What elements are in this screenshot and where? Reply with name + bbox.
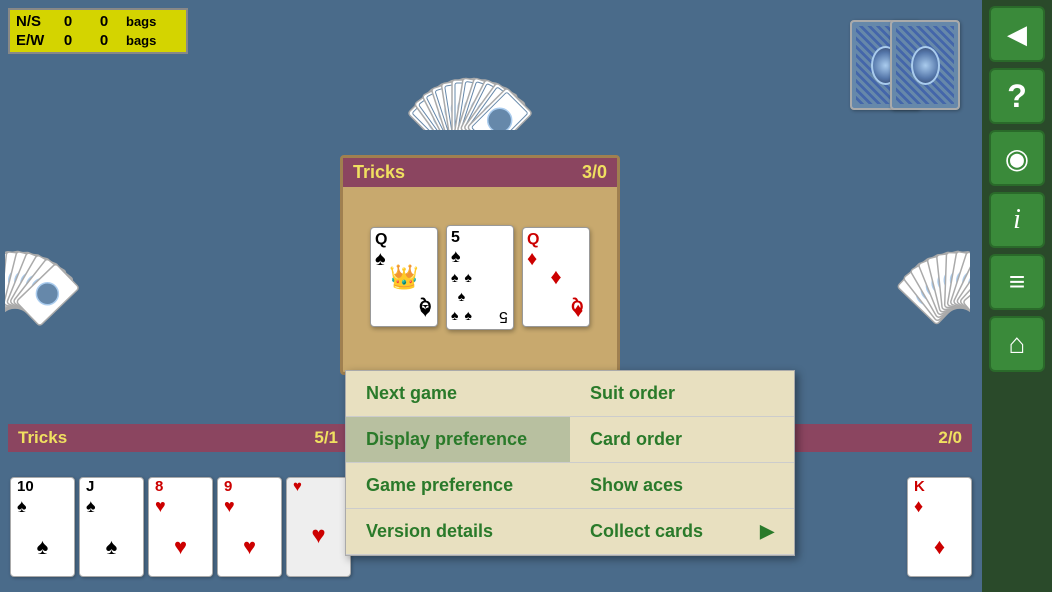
back-icon: ◀ — [1007, 19, 1027, 50]
bottom-tricks-value: 5/1 — [314, 428, 338, 448]
tricks-label: Tricks — [353, 162, 405, 183]
tricks-score: 3/0 — [582, 162, 607, 183]
bottom-tricks-right-value: 2/0 — [938, 428, 962, 448]
ew-score-row: E/W 0 0 bags — [16, 31, 180, 50]
menu-collect-cards[interactable]: Collect cards ▶ — [570, 509, 794, 555]
ew-score: 0 — [54, 32, 82, 49]
ns-label: N/S — [16, 13, 46, 30]
ew-bags: 0 — [90, 32, 118, 49]
west-played-card[interactable]: Q ♠ ♠ Q 👑 — [370, 227, 438, 327]
east-played-card[interactable]: Q ♦ ♦ Q ♦ — [522, 227, 590, 327]
menu-collect-cards-label: Collect cards — [590, 521, 703, 542]
bottom-tricks-left: Tricks 5/1 — [8, 424, 348, 452]
menu-game-prefs[interactable]: Game preference — [346, 463, 570, 509]
menu-collect-cards-arrow: ▶ — [760, 521, 774, 542]
help-icon: ? — [1007, 78, 1027, 115]
menu-show-aces[interactable]: Show aces — [570, 463, 794, 509]
north-hand — [280, 10, 660, 130]
north-played-card[interactable]: 5 ♠ ♠♠ ♠ ♠♠ 5 — [446, 225, 514, 330]
menu-button[interactable]: ≡ — [989, 254, 1045, 310]
context-menu: Next game Suit order Display preference … — [345, 370, 795, 556]
scoreboard: N/S 0 0 bags E/W 0 0 bags — [8, 8, 188, 54]
back-button[interactable]: ◀ — [989, 6, 1045, 62]
ns-score-row: N/S 0 0 bags — [16, 12, 180, 31]
menu-version-details[interactable]: Version details — [346, 509, 570, 555]
home-icon: ⌂ — [1009, 328, 1026, 360]
bottom-tricks-right: 2/0 — [772, 424, 972, 452]
east-hand — [740, 195, 970, 335]
menu-suit-order[interactable]: Suit order — [570, 371, 794, 417]
played-cards: Q ♠ ♠ Q 👑 5 ♠ ♠♠ ♠ ♠♠ 5 Q ♦ ♦ Q ♦ — [343, 187, 617, 367]
home-button[interactable]: ⌂ — [989, 316, 1045, 372]
menu-card-order[interactable]: Card order — [570, 417, 794, 463]
sidebar: ◀ ? ◉ i ≡ ⌂ — [982, 0, 1052, 592]
east-top-hand — [850, 20, 970, 110]
bottom-tricks-label: Tricks — [18, 428, 67, 448]
ns-score: 0 — [54, 13, 82, 30]
center-play-area: Tricks 3/0 Q ♠ ♠ Q 👑 5 ♠ ♠♠ ♠ ♠♠ 5 Q ♦ — [340, 155, 620, 375]
card-hidden-1[interactable]: ♥ ♥ — [286, 477, 351, 577]
ns-bags-label: bags — [126, 14, 156, 29]
menu-icon: ≡ — [1009, 266, 1025, 298]
menu-grid: Next game Suit order Display preference … — [346, 371, 794, 555]
info-icon: i — [1013, 204, 1021, 236]
ew-label: E/W — [16, 32, 46, 49]
menu-display-prefs[interactable]: Display preference — [346, 417, 570, 463]
ns-bags: 0 — [90, 13, 118, 30]
card-9-hearts[interactable]: 9 ♥ ♥ — [217, 477, 282, 577]
card-j-spades[interactable]: J ♠ ♠ — [79, 477, 144, 577]
info-button[interactable]: i — [989, 192, 1045, 248]
card-10-spades[interactable]: 10 ♠ ♠ — [10, 477, 75, 577]
eye-icon: ◉ — [1005, 142, 1029, 175]
menu-next-game[interactable]: Next game — [346, 371, 570, 417]
ew-bags-label: bags — [126, 33, 156, 48]
card-8-hearts[interactable]: 8 ♥ ♥ — [148, 477, 213, 577]
west-hand — [5, 195, 235, 335]
help-button[interactable]: ? — [989, 68, 1045, 124]
tricks-banner: Tricks 3/0 — [343, 158, 617, 187]
card-k-diamonds[interactable]: K ♦ ♦ — [907, 477, 972, 577]
eye-button[interactable]: ◉ — [989, 130, 1045, 186]
